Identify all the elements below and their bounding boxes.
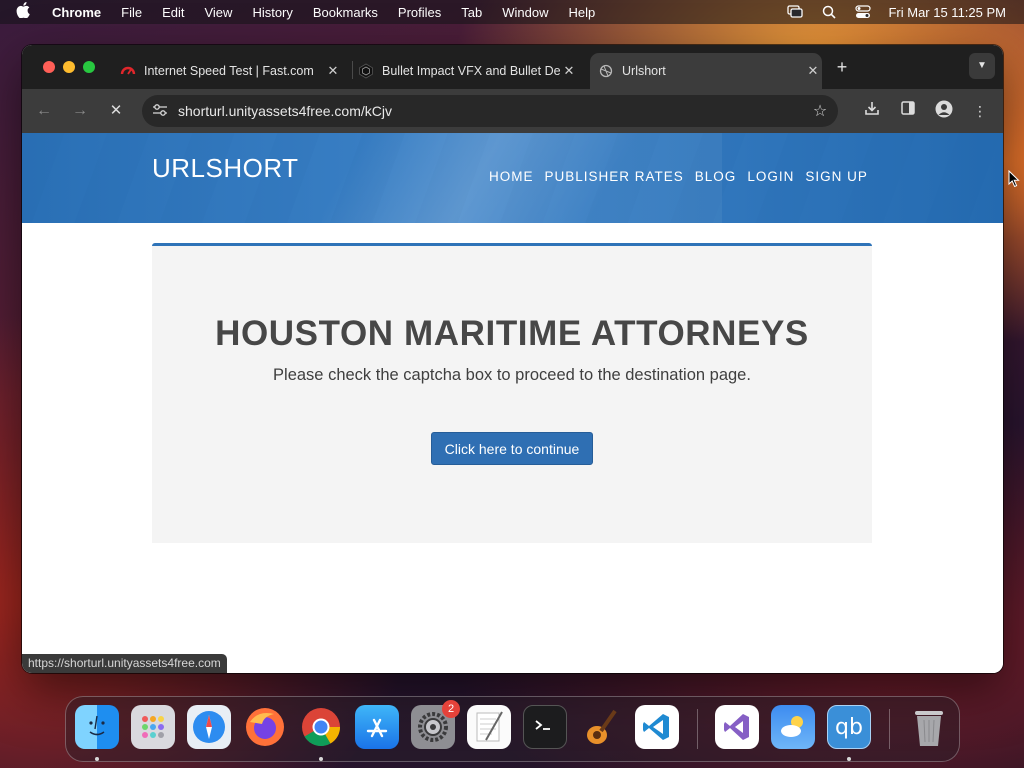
zoom-window-button[interactable]: [83, 61, 95, 73]
chrome-icon[interactable]: [299, 705, 343, 749]
stop-loading-icon[interactable]: ✕: [104, 100, 128, 122]
tab-bullet-impact[interactable]: Bullet Impact VFX and Bullet Decals ✕: [358, 53, 578, 89]
safari-icon[interactable]: [187, 705, 231, 749]
forward-arrow-icon[interactable]: →: [68, 100, 92, 122]
terminal-icon[interactable]: [523, 705, 567, 749]
site-header: URLSHORT HOME PUBLISHER RATES BLOG LOGIN…: [22, 133, 1003, 223]
bookmark-star-icon[interactable]: ☆: [802, 101, 838, 121]
menu-clock[interactable]: Fri Mar 15 11:25 PM: [880, 5, 1006, 20]
finder-icon[interactable]: [75, 705, 119, 749]
control-center-icon[interactable]: [846, 5, 880, 19]
site-settings-icon[interactable]: [142, 103, 178, 120]
tab-divider: [352, 61, 353, 79]
tab-strip: Internet Speed Test | Fast.com ✕ Bullet …: [22, 45, 1003, 89]
nav-home[interactable]: HOME: [489, 169, 534, 184]
site-nav: HOME PUBLISHER RATES BLOG LOGIN SIGN UP: [489, 169, 868, 184]
tab-close-icon[interactable]: ✕: [324, 63, 342, 79]
spotlight-search-icon[interactable]: [812, 5, 846, 19]
garageband-icon[interactable]: [579, 705, 623, 749]
menu-view[interactable]: View: [194, 5, 242, 20]
address-url[interactable]: shorturl.unityassets4free.com/kCjv: [178, 103, 802, 119]
menu-window[interactable]: Window: [492, 5, 558, 20]
tab-search-chevron-icon[interactable]: ▼: [969, 53, 995, 79]
dock-divider: [889, 709, 890, 749]
running-indicator: [847, 757, 851, 761]
mouse-cursor-icon: [1008, 170, 1020, 188]
tab-fast-com[interactable]: Internet Speed Test | Fast.com ✕: [120, 53, 342, 89]
app-store-icon[interactable]: [355, 705, 399, 749]
nav-publisher-rates[interactable]: PUBLISHER RATES: [545, 169, 684, 184]
web-page: URLSHORT HOME PUBLISHER RATES BLOG LOGIN…: [22, 133, 1003, 673]
tab-urlshort[interactable]: Urlshort ✕: [590, 53, 822, 89]
menu-file[interactable]: File: [111, 5, 152, 20]
site-logo[interactable]: URLSHORT: [152, 153, 299, 184]
running-indicator: [95, 757, 99, 761]
globe-icon: [598, 63, 614, 79]
launchpad-icon[interactable]: [131, 705, 175, 749]
tab-close-icon[interactable]: ✕: [560, 63, 578, 79]
downloads-icon[interactable]: [860, 100, 884, 122]
back-arrow-icon[interactable]: ←: [32, 100, 56, 122]
close-window-button[interactable]: [43, 61, 55, 73]
running-indicator: [319, 757, 323, 761]
vscode-icon[interactable]: [635, 705, 679, 749]
menu-help[interactable]: Help: [559, 5, 606, 20]
menu-bookmarks[interactable]: Bookmarks: [303, 5, 388, 20]
minimize-window-button[interactable]: [63, 61, 75, 73]
visual-studio-icon[interactable]: [715, 705, 759, 749]
system-settings-icon[interactable]: 2: [411, 700, 460, 749]
firefox-icon[interactable]: [243, 705, 287, 749]
nav-blog[interactable]: BLOG: [695, 169, 737, 184]
unity-icon: [358, 63, 374, 79]
address-bar[interactable]: shorturl.unityassets4free.com/kCjv ☆: [142, 95, 838, 127]
tab-title: Internet Speed Test | Fast.com: [144, 64, 314, 78]
tab-close-icon[interactable]: ✕: [804, 63, 822, 79]
side-panel-icon[interactable]: [896, 100, 920, 122]
tab-title: Bullet Impact VFX and Bullet Decals: [382, 64, 560, 78]
nav-sign-up[interactable]: SIGN UP: [805, 169, 868, 184]
app-menu[interactable]: Chrome: [46, 5, 111, 20]
notification-badge: 2: [442, 700, 460, 718]
browser-toolbar: ← → ✕ shorturl.unityassets4free.com/kCjv…: [22, 89, 1003, 133]
trash-icon[interactable]: [907, 705, 951, 749]
screen-mirroring-icon[interactable]: [778, 5, 812, 19]
continue-button[interactable]: Click here to continue: [430, 432, 594, 465]
dock: 2 qb: [65, 696, 960, 762]
qbittorrent-icon[interactable]: qb: [827, 705, 871, 749]
browser-window: Internet Speed Test | Fast.com ✕ Bullet …: [22, 45, 1003, 673]
menu-tab[interactable]: Tab: [451, 5, 492, 20]
menu-history[interactable]: History: [242, 5, 302, 20]
menu-profiles[interactable]: Profiles: [388, 5, 451, 20]
link-status-bar: https://shorturl.unityassets4free.com: [22, 654, 227, 673]
tab-title: Urlshort: [622, 64, 666, 78]
profile-avatar-icon[interactable]: [932, 100, 956, 122]
page-heading: HOUSTON MARITIME ATTORNEYS: [215, 314, 809, 353]
window-controls: [43, 61, 95, 73]
menu-edit[interactable]: Edit: [152, 5, 194, 20]
textedit-icon[interactable]: [467, 705, 511, 749]
chrome-menu-icon[interactable]: ⋮: [968, 100, 992, 122]
apple-menu-icon[interactable]: [0, 2, 46, 22]
fast-com-icon: [120, 63, 136, 79]
content-panel: HOUSTON MARITIME ATTORNEYS Please check …: [152, 243, 872, 543]
menu-bar: Chrome File Edit View History Bookmarks …: [0, 0, 1024, 24]
captcha-message: Please check the captcha box to proceed …: [273, 366, 751, 384]
new-tab-icon[interactable]: +: [830, 57, 854, 79]
dock-divider: [697, 709, 698, 749]
weather-icon[interactable]: [771, 705, 815, 749]
nav-login[interactable]: LOGIN: [747, 169, 794, 184]
